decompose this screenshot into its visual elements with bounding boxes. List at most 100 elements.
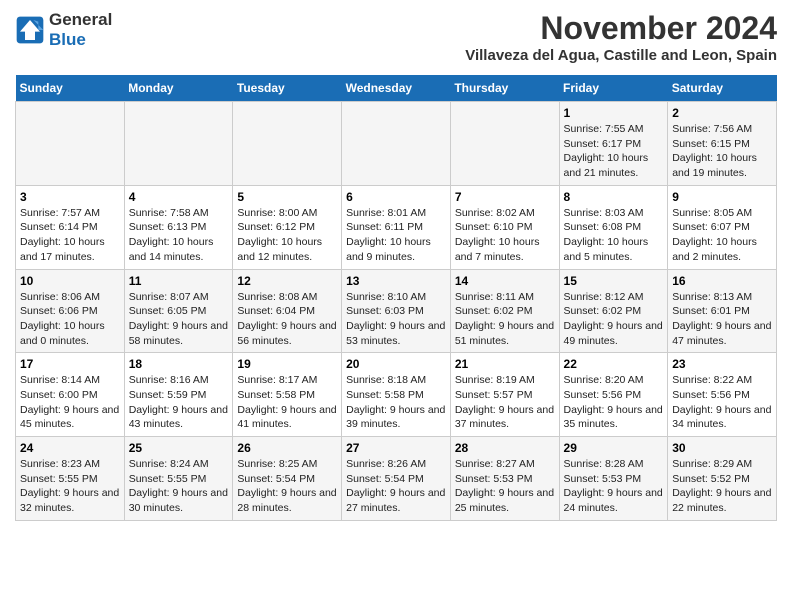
calendar-cell: 26 Sunrise: 8:25 AMSunset: 5:54 PMDayligh… <box>233 437 342 521</box>
day-number: 4 <box>129 190 229 204</box>
day-number: 8 <box>564 190 664 204</box>
day-info: Sunrise: 8:12 AMSunset: 6:02 PMDaylight:… <box>564 290 664 349</box>
month-title: November 2024 <box>465 10 777 47</box>
day-number: 24 <box>20 441 120 455</box>
day-number: 3 <box>20 190 120 204</box>
calendar-week-row: 10Sunrise: 8:06 AMSunset: 6:06 PMDayligh… <box>16 269 777 353</box>
day-info: Sunrise: 8:08 AMSunset: 6:04 PMDaylight:… <box>237 290 337 349</box>
day-number: 26 <box>237 441 337 455</box>
day-number: 16 <box>672 274 772 288</box>
day-of-week-header: Tuesday <box>233 75 342 102</box>
day-info: Sunrise: 8:11 AMSunset: 6:02 PMDaylight:… <box>455 290 555 349</box>
day-info: Sunrise: 8:00 AMSunset: 6:12 PMDaylight:… <box>237 206 337 265</box>
day-info: Sunrise: 8:01 AMSunset: 6:11 PMDaylight:… <box>346 206 446 265</box>
day-number: 11 <box>129 274 229 288</box>
day-info: Sunrise: 8:20 AMSunset: 5:56 PMDaylight:… <box>564 373 664 432</box>
day-number: 6 <box>346 190 446 204</box>
day-info: Sunrise: 7:57 AMSunset: 6:14 PMDaylight:… <box>20 206 120 265</box>
day-info: Sunrise: 8:07 AMSunset: 6:05 PMDaylight:… <box>129 290 229 349</box>
calendar-cell: 11 Sunrise: 8:07 AMSunset: 6:05 PMDayligh… <box>124 269 233 353</box>
day-number: 5 <box>237 190 337 204</box>
day-number: 25 <box>129 441 229 455</box>
day-number: 15 <box>564 274 664 288</box>
calendar-week-row: 17 Sunrise: 8:14 AMSunset: 6:00 PMDayligh… <box>16 353 777 437</box>
day-info: Sunrise: 7:58 AMSunset: 6:13 PMDaylight:… <box>129 206 229 265</box>
day-info: Sunrise: 8:03 AMSunset: 6:08 PMDaylight:… <box>564 206 664 265</box>
day-info: Sunrise: 8:17 AMSunset: 5:58 PMDaylight:… <box>237 373 337 432</box>
day-info: Sunrise: 8:27 AMSunset: 5:53 PMDaylight:… <box>455 457 555 516</box>
calendar-week-row: 1 Sunrise: 7:55 AMSunset: 6:17 PMDaylight… <box>16 102 777 186</box>
calendar-cell: 25 Sunrise: 8:24 AMSunset: 5:55 PMDayligh… <box>124 437 233 521</box>
title-section: November 2024 Villaveza del Agua, Castil… <box>465 10 777 64</box>
day-number: 9 <box>672 190 772 204</box>
calendar-cell: 14 Sunrise: 8:11 AMSunset: 6:02 PMDayligh… <box>450 269 559 353</box>
day-info: Sunrise: 8:23 AMSunset: 5:55 PMDaylight:… <box>20 457 120 516</box>
day-info: Sunrise: 8:06 AMSunset: 6:06 PMDaylight:… <box>20 290 120 349</box>
day-info: Sunrise: 8:18 AMSunset: 5:58 PMDaylight:… <box>346 373 446 432</box>
calendar-week-row: 24 Sunrise: 8:23 AMSunset: 5:55 PMDayligh… <box>16 437 777 521</box>
calendar-cell: 8 Sunrise: 8:03 AMSunset: 6:08 PMDaylight… <box>559 185 668 269</box>
day-number: 18 <box>129 357 229 371</box>
day-info: Sunrise: 7:56 AMSunset: 6:15 PMDaylight:… <box>672 122 772 181</box>
day-info: Sunrise: 8:14 AMSunset: 6:00 PMDaylight:… <box>20 373 120 432</box>
calendar-cell: 3 Sunrise: 7:57 AMSunset: 6:14 PMDaylight… <box>16 185 125 269</box>
calendar-cell: 13 Sunrise: 8:10 AMSunset: 6:03 PMDayligh… <box>342 269 451 353</box>
day-info: Sunrise: 8:24 AMSunset: 5:55 PMDaylight:… <box>129 457 229 516</box>
calendar-cell: 12 Sunrise: 8:08 AMSunset: 6:04 PMDayligh… <box>233 269 342 353</box>
day-info: Sunrise: 8:28 AMSunset: 5:53 PMDaylight:… <box>564 457 664 516</box>
day-of-week-header: Wednesday <box>342 75 451 102</box>
day-info: Sunrise: 8:25 AMSunset: 5:54 PMDaylight:… <box>237 457 337 516</box>
calendar-header-row: SundayMondayTuesdayWednesdayThursdayFrid… <box>16 75 777 102</box>
calendar-cell <box>124 102 233 186</box>
calendar-cell: 19Sunrise: 8:17 AMSunset: 5:58 PMDayligh… <box>233 353 342 437</box>
calendar-cell <box>233 102 342 186</box>
calendar-cell: 28 Sunrise: 8:27 AMSunset: 5:53 PMDayligh… <box>450 437 559 521</box>
day-number: 7 <box>455 190 555 204</box>
day-number: 21 <box>455 357 555 371</box>
day-number: 14 <box>455 274 555 288</box>
top-bar: General Blue November 2024 Villaveza del… <box>15 10 777 69</box>
calendar-cell: 15 Sunrise: 8:12 AMSunset: 6:02 PMDayligh… <box>559 269 668 353</box>
day-of-week-header: Sunday <box>16 75 125 102</box>
calendar-cell: 29 Sunrise: 8:28 AMSunset: 5:53 PMDayligh… <box>559 437 668 521</box>
calendar-cell: 27Sunrise: 8:26 AMSunset: 5:54 PMDayligh… <box>342 437 451 521</box>
calendar-cell: 9 Sunrise: 8:05 AMSunset: 6:07 PMDaylight… <box>668 185 777 269</box>
day-number: 30 <box>672 441 772 455</box>
day-number: 27 <box>346 441 446 455</box>
calendar-cell: 5 Sunrise: 8:00 AMSunset: 6:12 PMDaylight… <box>233 185 342 269</box>
calendar-cell: 10Sunrise: 8:06 AMSunset: 6:06 PMDayligh… <box>16 269 125 353</box>
day-info: Sunrise: 8:02 AMSunset: 6:10 PMDaylight:… <box>455 206 555 265</box>
calendar-cell: 21Sunrise: 8:19 AMSunset: 5:57 PMDayligh… <box>450 353 559 437</box>
day-number: 28 <box>455 441 555 455</box>
calendar-cell <box>342 102 451 186</box>
calendar-cell: 20 Sunrise: 8:18 AMSunset: 5:58 PMDayligh… <box>342 353 451 437</box>
day-info: Sunrise: 8:29 AMSunset: 5:52 PMDaylight:… <box>672 457 772 516</box>
calendar-cell: 2Sunrise: 7:56 AMSunset: 6:15 PMDaylight… <box>668 102 777 186</box>
day-info: Sunrise: 8:05 AMSunset: 6:07 PMDaylight:… <box>672 206 772 265</box>
calendar-cell: 30 Sunrise: 8:29 AMSunset: 5:52 PMDayligh… <box>668 437 777 521</box>
calendar-cell: 7 Sunrise: 8:02 AMSunset: 6:10 PMDaylight… <box>450 185 559 269</box>
day-info: Sunrise: 7:55 AMSunset: 6:17 PMDaylight:… <box>564 122 664 181</box>
calendar-cell <box>450 102 559 186</box>
calendar-cell: 1 Sunrise: 7:55 AMSunset: 6:17 PMDaylight… <box>559 102 668 186</box>
day-number: 20 <box>346 357 446 371</box>
day-info: Sunrise: 8:22 AMSunset: 5:56 PMDaylight:… <box>672 373 772 432</box>
day-number: 22 <box>564 357 664 371</box>
day-of-week-header: Monday <box>124 75 233 102</box>
day-number: 1 <box>564 106 664 120</box>
logo: General Blue <box>15 10 112 50</box>
calendar-cell <box>16 102 125 186</box>
calendar-week-row: 3 Sunrise: 7:57 AMSunset: 6:14 PMDaylight… <box>16 185 777 269</box>
day-of-week-header: Saturday <box>668 75 777 102</box>
day-number: 13 <box>346 274 446 288</box>
calendar-cell: 23 Sunrise: 8:22 AMSunset: 5:56 PMDayligh… <box>668 353 777 437</box>
logo-icon <box>15 15 45 45</box>
calendar-cell: 16Sunrise: 8:13 AMSunset: 6:01 PMDayligh… <box>668 269 777 353</box>
day-number: 23 <box>672 357 772 371</box>
day-number: 17 <box>20 357 120 371</box>
day-number: 29 <box>564 441 664 455</box>
calendar-cell: 6 Sunrise: 8:01 AMSunset: 6:11 PMDaylight… <box>342 185 451 269</box>
day-info: Sunrise: 8:10 AMSunset: 6:03 PMDaylight:… <box>346 290 446 349</box>
logo-text: General Blue <box>49 10 112 50</box>
day-number: 12 <box>237 274 337 288</box>
